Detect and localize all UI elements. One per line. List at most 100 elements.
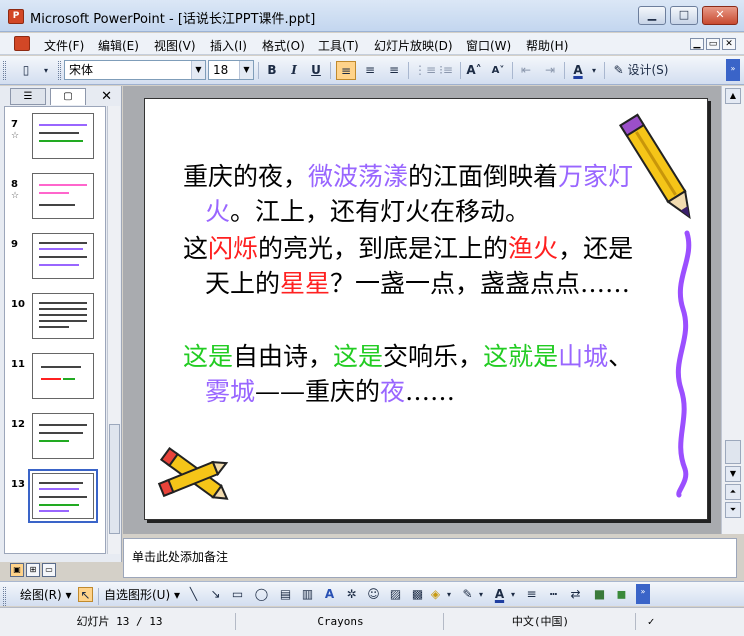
normal-view-icon[interactable]: ▣ xyxy=(10,563,24,577)
clipart-icon[interactable]: ☺ xyxy=(366,587,381,602)
slide-thumbnail-9[interactable] xyxy=(32,233,94,279)
font-color-icon[interactable]: A xyxy=(568,61,588,80)
picture-icon[interactable]: ▨ xyxy=(388,587,403,602)
text-run: ？一盏一点，盏盏点点…… xyxy=(330,269,631,298)
menu-window[interactable]: 窗口(W) xyxy=(466,37,511,54)
toolbar-options-icon[interactable]: ▾ xyxy=(36,61,56,80)
line-style-icon[interactable]: ≡ xyxy=(524,587,539,602)
current-slide[interactable]: 重庆的夜，微波荡漾的江面倒映着万家灯火。江上，还有灯火在移动。 这闪烁的亮光，到… xyxy=(144,98,708,520)
scroll-down-icon[interactable]: ▼ xyxy=(725,466,741,482)
chevron-down-icon[interactable]: ▼ xyxy=(191,61,205,79)
scroll-up-icon[interactable]: ▲ xyxy=(725,88,741,104)
toolbar-grip[interactable] xyxy=(3,61,6,80)
rectangle-icon[interactable]: ▭ xyxy=(230,587,245,602)
slide-scrollbar[interactable]: ▲ ▼ ⏶ ⏷ xyxy=(721,86,744,534)
wordart-icon[interactable]: A xyxy=(322,587,337,602)
underline-button[interactable]: U xyxy=(306,61,326,80)
menu-insert[interactable]: 插入(I) xyxy=(210,37,247,54)
close-icon: ✕ xyxy=(715,8,725,21)
slide-thumbnail-10[interactable] xyxy=(32,293,94,339)
chevron-down-icon[interactable]: ▾ xyxy=(588,61,600,80)
spelling-check-icon[interactable]: ✓ xyxy=(640,613,662,630)
fill-color-icon[interactable]: ◈ xyxy=(428,587,443,602)
notes-pane[interactable]: 单击此处添加备注 xyxy=(123,538,737,578)
line-icon[interactable]: ╲ xyxy=(186,587,201,602)
numbering-icon[interactable]: ⋮≡ xyxy=(414,61,436,80)
panel-close-icon[interactable]: ✕ xyxy=(101,89,112,104)
font-name-combo[interactable]: 宋体 ▼ xyxy=(64,60,206,80)
doc-close-button[interactable]: ✕ xyxy=(722,38,736,50)
3d-style-icon[interactable]: ◼ xyxy=(614,587,629,602)
menu-format[interactable]: 格式(O) xyxy=(262,37,305,54)
align-left-icon[interactable]: ≡ xyxy=(336,61,356,80)
chevron-down-icon[interactable]: ▼ xyxy=(239,61,253,79)
slide-thumbnail-12[interactable] xyxy=(32,413,94,459)
slide-thumbnail-8[interactable] xyxy=(32,173,94,219)
decrease-font-icon[interactable]: A˅ xyxy=(488,61,508,80)
arrow-icon[interactable]: ↘ xyxy=(208,587,223,602)
slide-paragraph-2[interactable]: 这闪烁的亮光，到底是江上的渔火，还是天上的星星？一盏一点，盏盏点点…… xyxy=(183,231,643,301)
chevron-down-icon[interactable]: ▾ xyxy=(508,587,518,602)
new-document-icon[interactable]: ▯ xyxy=(16,61,36,80)
notes-placeholder[interactable]: 单击此处添加备注 xyxy=(132,548,228,565)
previous-slide-icon[interactable]: ⏶ xyxy=(725,484,741,500)
document-icon[interactable] xyxy=(14,36,30,51)
doc-restore-button[interactable]: ▭ xyxy=(706,38,720,50)
bullets-icon[interactable]: ⁝≡ xyxy=(436,61,456,80)
photo-icon[interactable]: ▩ xyxy=(410,587,425,602)
toolbar-grip-2[interactable] xyxy=(58,61,61,80)
italic-button[interactable]: I xyxy=(284,61,304,80)
slide-paragraph-3[interactable]: 这是自由诗，这是交响乐，这就是山城、雾城——重庆的夜…… xyxy=(183,339,643,409)
align-right-icon[interactable]: ≡ xyxy=(384,61,404,80)
bold-button[interactable]: B xyxy=(262,61,282,80)
slide-sorter-view-icon[interactable]: ⊞ xyxy=(26,563,40,577)
tab-slides[interactable]: ▢ xyxy=(50,88,86,105)
slide-thumbnail-11[interactable] xyxy=(32,353,94,399)
toolbar-overflow-icon[interactable]: » xyxy=(726,59,740,81)
menu-tools[interactable]: 工具(T) xyxy=(318,37,359,54)
minimize-button[interactable]: ▁ xyxy=(638,6,666,25)
textbox-icon[interactable]: ▤ xyxy=(278,587,293,602)
increase-indent-icon[interactable]: ⇥ xyxy=(540,61,560,80)
scrollbar-thumb[interactable] xyxy=(109,424,120,534)
increase-font-icon[interactable]: A˄ xyxy=(464,61,484,80)
window-title: Microsoft PowerPoint - [话说长江PPT课件.ppt] xyxy=(30,12,316,27)
menu-slideshow[interactable]: 幻灯片放映(D) xyxy=(374,37,453,54)
oval-icon[interactable]: ◯ xyxy=(254,587,269,602)
slideshow-view-icon[interactable]: ▭ xyxy=(42,563,56,577)
menu-edit[interactable]: 编辑(E) xyxy=(98,37,139,54)
scrollbar-thumb[interactable] xyxy=(725,440,741,464)
slide-thumbnail-7[interactable] xyxy=(32,113,94,159)
vertical-textbox-icon[interactable]: ▥ xyxy=(300,587,315,602)
next-slide-icon[interactable]: ⏷ xyxy=(725,502,741,518)
align-center-icon[interactable]: ≡ xyxy=(360,61,380,80)
close-button[interactable]: ✕ xyxy=(702,6,738,25)
dash-style-icon[interactable]: ┅ xyxy=(546,587,561,602)
menu-help[interactable]: 帮助(H) xyxy=(526,37,568,54)
thumbnail-list[interactable]: 7 ☆ 8 ☆ 9 10 11 12 13 xyxy=(4,106,106,554)
autoshapes-button[interactable]: 自选图形(U) ▾ xyxy=(104,586,180,603)
shadow-style-icon[interactable]: ■ xyxy=(592,587,607,602)
draw-menu-button[interactable]: 绘图(R) ▾ xyxy=(20,586,72,603)
decrease-indent-icon[interactable]: ⇤ xyxy=(516,61,536,80)
thumbnail-scrollbar[interactable] xyxy=(107,106,120,554)
arrow-style-icon[interactable]: ⇄ xyxy=(568,587,583,602)
toolbar-grip[interactable] xyxy=(3,587,6,606)
font-color-icon[interactable]: A xyxy=(492,587,507,602)
line-color-icon[interactable]: ✎ xyxy=(460,587,475,602)
font-size-combo[interactable]: 18 ▼ xyxy=(208,60,254,80)
diagram-icon[interactable]: ✲ xyxy=(344,587,359,602)
tab-outline[interactable]: ☰ xyxy=(10,88,46,105)
chevron-down-icon[interactable]: ▾ xyxy=(444,587,454,602)
powerpoint-app-icon[interactable]: P xyxy=(8,9,24,24)
toolbar-overflow-icon[interactable]: » xyxy=(636,584,650,604)
slide-thumbnail-13[interactable] xyxy=(28,469,98,523)
chevron-down-icon[interactable]: ▾ xyxy=(476,587,486,602)
menu-file[interactable]: 文件(F) xyxy=(44,37,84,54)
select-pointer-icon[interactable]: ↖ xyxy=(78,587,93,602)
doc-minimize-button[interactable]: ▁ xyxy=(690,38,704,50)
menu-view[interactable]: 视图(V) xyxy=(154,37,196,54)
slide-paragraph-1[interactable]: 重庆的夜，微波荡漾的江面倒映着万家灯火。江上，还有灯火在移动。 xyxy=(183,159,643,229)
maximize-button[interactable]: □ xyxy=(670,6,698,25)
design-button[interactable]: ✎ 设计(S) xyxy=(610,61,672,80)
